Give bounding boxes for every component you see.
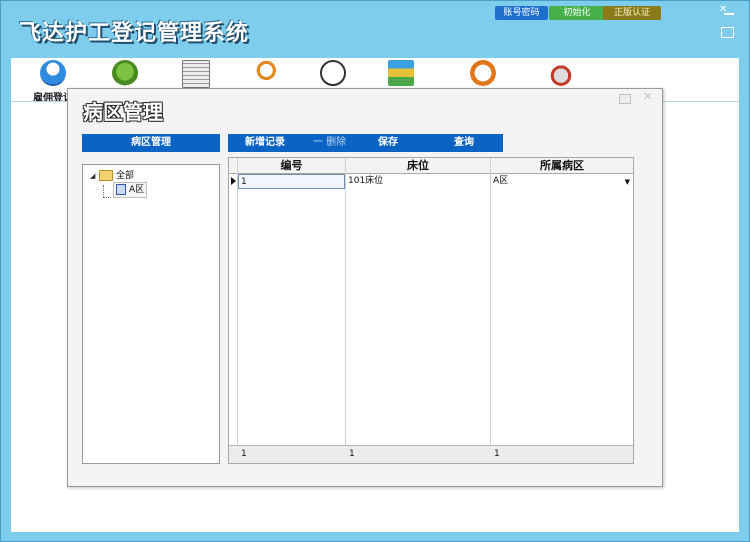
grid-divider xyxy=(345,158,346,463)
restore-icon[interactable] xyxy=(619,94,631,104)
query-button[interactable]: 查询 xyxy=(454,134,474,152)
grid-divider xyxy=(237,158,238,463)
ward-grid: 编号 床位 所属病区 1 101床位 A区 ▼ 1 1 1 xyxy=(228,157,634,464)
summary-id: 1 xyxy=(241,449,247,459)
cell-id[interactable]: 1 xyxy=(238,174,345,189)
ward-panel-header: 病区管理 xyxy=(82,134,220,152)
action-bar: 新增记录 一 删除 保存 查询 xyxy=(228,134,503,152)
alarm-clock-icon xyxy=(470,60,496,86)
save-button[interactable]: 保存 xyxy=(378,134,398,152)
grid-divider xyxy=(490,158,491,463)
column-header-id[interactable]: 编号 xyxy=(238,158,345,174)
new-record-button[interactable]: 新增记录 xyxy=(245,134,285,152)
cell-ward-value: A区 xyxy=(493,176,509,186)
cell-bed[interactable]: 101床位 xyxy=(346,174,490,189)
tree-node-label: A区 xyxy=(129,185,145,195)
tree-connector xyxy=(103,197,111,198)
graduate-icon xyxy=(548,60,574,86)
column-header-ward[interactable]: 所属病区 xyxy=(491,158,633,174)
initialize-button[interactable]: 初始化 xyxy=(549,6,605,20)
current-row-indicator-icon xyxy=(231,177,236,185)
tree-root[interactable]: 全部 xyxy=(99,169,134,183)
account-password-button[interactable]: 账号密码 xyxy=(495,6,548,20)
table-row[interactable]: 1 101床位 A区 ▼ xyxy=(229,174,633,189)
newspaper-icon xyxy=(182,60,210,88)
tree-root-label: 全部 xyxy=(116,171,135,181)
folder-icon xyxy=(99,170,113,181)
clock-icon xyxy=(320,60,346,86)
dialog-close-icon[interactable]: ✕ xyxy=(643,90,652,103)
ward-tree: ◢ 全部 A区 xyxy=(82,164,220,464)
summary-bed: 1 xyxy=(349,449,355,459)
cell-ward-select[interactable]: A区 ▼ xyxy=(491,174,633,189)
books-icon xyxy=(388,60,414,86)
maximize-icon[interactable] xyxy=(721,27,734,38)
tree-collapse-icon[interactable]: ◢ xyxy=(90,172,95,180)
dialog-title: 病区管理 xyxy=(83,100,163,124)
license-button[interactable]: 正版认证 xyxy=(603,6,661,20)
magnifier-icon xyxy=(252,60,278,86)
tree-node-ward-a[interactable]: A区 xyxy=(113,182,148,198)
ward-management-dialog: 病区管理 ✕ 病区管理 ◢ 全部 A区 新增记录 一 删除 保存 查询 编号 床… xyxy=(67,88,663,487)
coffee-cup-icon xyxy=(112,60,138,86)
ward-node-icon xyxy=(116,184,126,195)
summary-ward: 1 xyxy=(494,449,500,459)
chevron-down-icon[interactable]: ▼ xyxy=(625,175,630,190)
minimize-icon[interactable] xyxy=(724,13,734,15)
app-title: 飞达护工登记管理系统 xyxy=(19,21,250,46)
column-header-bed[interactable]: 床位 xyxy=(346,158,490,174)
cloud-person-icon xyxy=(40,60,66,86)
delete-button[interactable]: 一 删除 xyxy=(313,134,346,152)
grid-summary-row: 1 1 1 xyxy=(229,445,633,463)
tree-connector xyxy=(103,185,104,197)
